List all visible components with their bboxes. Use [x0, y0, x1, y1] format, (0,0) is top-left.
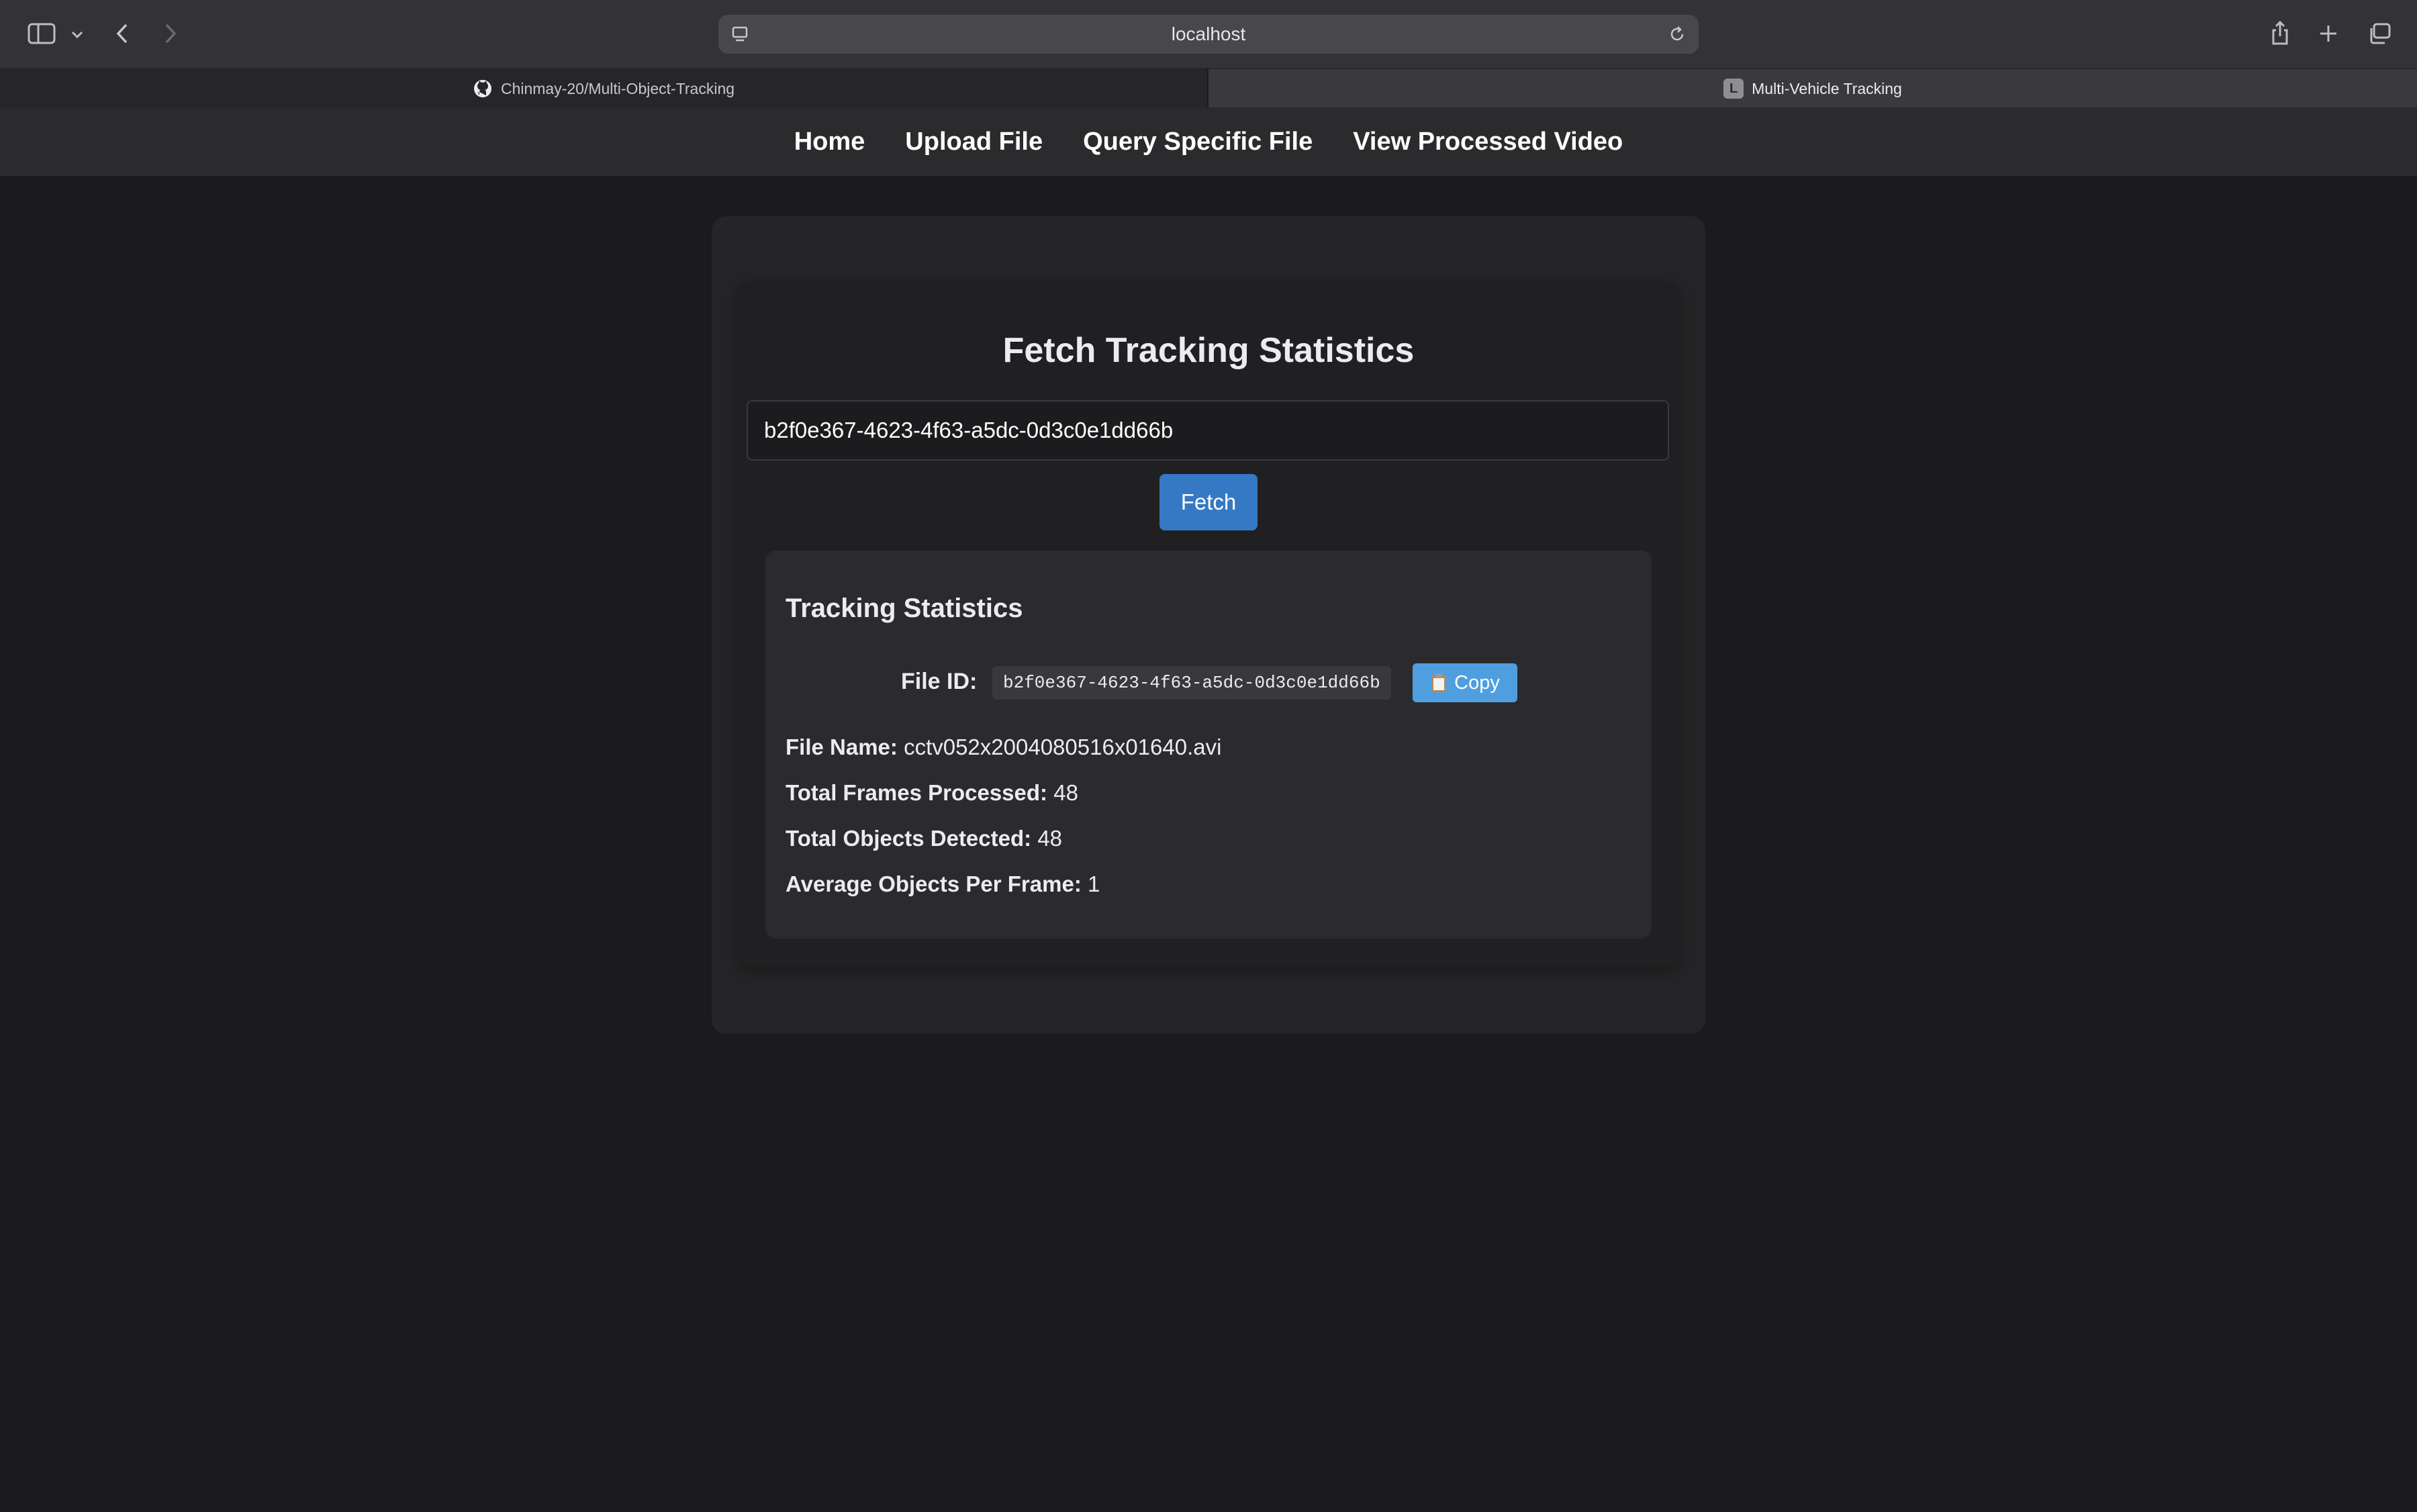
- tab-multi-vehicle-tracking[interactable]: L Multi-Vehicle Tracking: [1208, 69, 2417, 108]
- stat-value: 48: [1037, 826, 1063, 851]
- file-id-label: File ID:: [901, 669, 978, 694]
- clipboard-icon: [1430, 673, 1448, 693]
- copy-button[interactable]: Copy: [1413, 663, 1517, 702]
- address-text: localhost: [1171, 23, 1246, 44]
- nav-upload-file[interactable]: Upload File: [905, 128, 1043, 156]
- share-icon[interactable]: [2267, 16, 2293, 50]
- page-title: Fetch Tracking Statistics: [1002, 331, 1415, 370]
- address-bar[interactable]: localhost: [718, 15, 1699, 54]
- copy-label: Copy: [1454, 671, 1500, 694]
- stat-label: Total Frames Processed:: [786, 780, 1048, 805]
- tab-overview-icon[interactable]: [2365, 19, 2394, 48]
- app-nav: Home Upload File Query Specific File Vie…: [0, 107, 2417, 176]
- stats-title: Tracking Statistics: [786, 594, 1023, 623]
- stat-file-name: File Name: cctv052x2004080516x01640.avi: [786, 735, 1221, 760]
- stat-average-objects: Average Objects Per Frame: 1: [786, 871, 1100, 897]
- new-tab-icon[interactable]: [2315, 19, 2342, 48]
- sidebar-toggle-icon[interactable]: [24, 19, 59, 48]
- nav-query-specific-file[interactable]: Query Specific File: [1083, 128, 1313, 156]
- tab-label: Chinmay-20/Multi-Object-Tracking: [500, 79, 735, 97]
- forward-icon[interactable]: [157, 19, 184, 48]
- stat-label: Total Objects Detected:: [786, 826, 1032, 851]
- chevron-down-icon[interactable]: [67, 23, 87, 46]
- reload-icon[interactable]: [1665, 23, 1689, 46]
- tab-favicon: L: [1723, 79, 1744, 99]
- file-id-value: b2f0e367-4623-4f63-a5dc-0d3c0e1dd66b: [992, 666, 1391, 700]
- stat-value: 48: [1053, 780, 1078, 805]
- github-icon: [473, 79, 493, 99]
- browser-toolbar: localhost: [0, 0, 2417, 68]
- stat-value: 1: [1087, 871, 1100, 896]
- stat-label: File Name:: [786, 735, 898, 759]
- file-id-row: File ID: b2f0e367-4623-4f63-a5dc-0d3c0e1…: [765, 663, 1652, 702]
- stat-label: Average Objects Per Frame:: [786, 871, 1082, 896]
- tab-label: Multi-Vehicle Tracking: [1752, 79, 1902, 97]
- file-id-input[interactable]: [747, 400, 1669, 461]
- stat-total-objects: Total Objects Detected: 48: [786, 826, 1062, 851]
- back-icon[interactable]: [109, 19, 136, 48]
- nav-view-processed-video[interactable]: View Processed Video: [1353, 128, 1623, 156]
- stat-total-frames: Total Frames Processed: 48: [786, 780, 1078, 806]
- nav-home[interactable]: Home: [794, 128, 865, 156]
- tab-strip: Chinmay-20/Multi-Object-Tracking L Multi…: [0, 68, 2417, 108]
- stat-value: cctv052x2004080516x01640.avi: [904, 735, 1222, 759]
- fetch-button[interactable]: Fetch: [1159, 474, 1258, 530]
- tab-github[interactable]: Chinmay-20/Multi-Object-Tracking: [0, 69, 1207, 108]
